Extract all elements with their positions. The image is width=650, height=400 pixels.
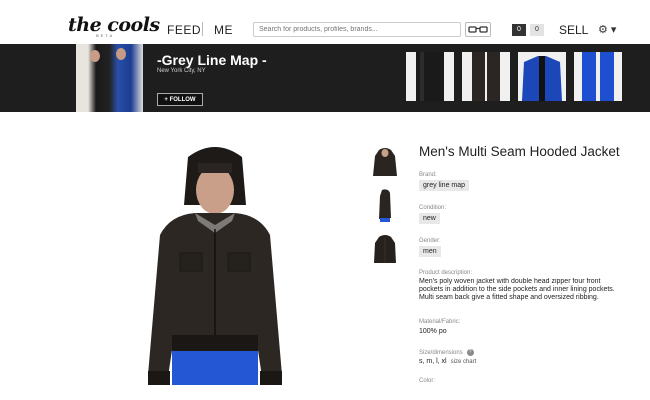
product-thumb-front[interactable] [370,146,400,178]
product-title: Men's Multi Seam Hooded Jacket [419,144,620,159]
size-label-row: Size/dimensions? [419,349,474,356]
banner-thumb-blue-pants[interactable] [574,52,622,101]
glasses-icon[interactable] [465,22,491,37]
avatar-face-right [116,48,126,60]
size-row: s, m, l, xl size chart [419,358,476,365]
product-thumb-back[interactable] [370,233,400,266]
gear-icon[interactable]: ⚙ ▾ [598,23,616,36]
product-description: Men's poly woven jacket with double head… [419,278,615,301]
brand-tag[interactable]: grey line map [419,180,470,191]
brand-label: Brand: [419,172,437,178]
size-chart-link[interactable]: size chart [451,359,477,365]
gender-label: Gender: [419,238,441,244]
nav-feed-link[interactable]: FEED [167,23,201,37]
description-label: Product description: [419,270,473,276]
gender-tag[interactable]: men [419,246,441,257]
size-values: s, m, l, xl [419,358,447,365]
banner-thumb-trousers[interactable] [462,52,510,101]
search-input[interactable] [253,22,461,37]
sell-link[interactable]: SELL [559,23,588,37]
profile-location: New York City, NY [157,68,206,74]
avatar[interactable] [76,44,143,112]
follow-button[interactable]: + FOLLOW [157,93,203,106]
condition-tag[interactable]: new [419,213,440,224]
color-label: Color: [419,378,436,384]
message-count-badge[interactable]: 0 [530,24,544,36]
avatar-face-left [90,50,100,62]
top-nav: the cools BETA FEED ME 0 0 SELL ⚙ ▾ [0,0,650,44]
profile-name[interactable]: -Grey Line Map - [157,52,267,68]
logo-beta-label: BETA [96,33,115,38]
material-value: 100% po [419,328,447,335]
notification-count-badge[interactable]: 0 [512,24,526,36]
condition-label: Condition: [419,205,447,211]
nav-divider [202,22,203,36]
size-label: Size/dimensions [419,350,463,357]
product-thumb-side[interactable] [370,188,400,222]
banner-thumb-black-top[interactable] [406,52,454,101]
help-icon[interactable]: ? [466,349,474,356]
nav-me-link[interactable]: ME [214,23,233,37]
product-main-photo[interactable] [140,145,290,385]
banner-thumb-blue-jacket[interactable] [518,52,566,101]
material-label: Material/Fabric: [419,319,461,325]
